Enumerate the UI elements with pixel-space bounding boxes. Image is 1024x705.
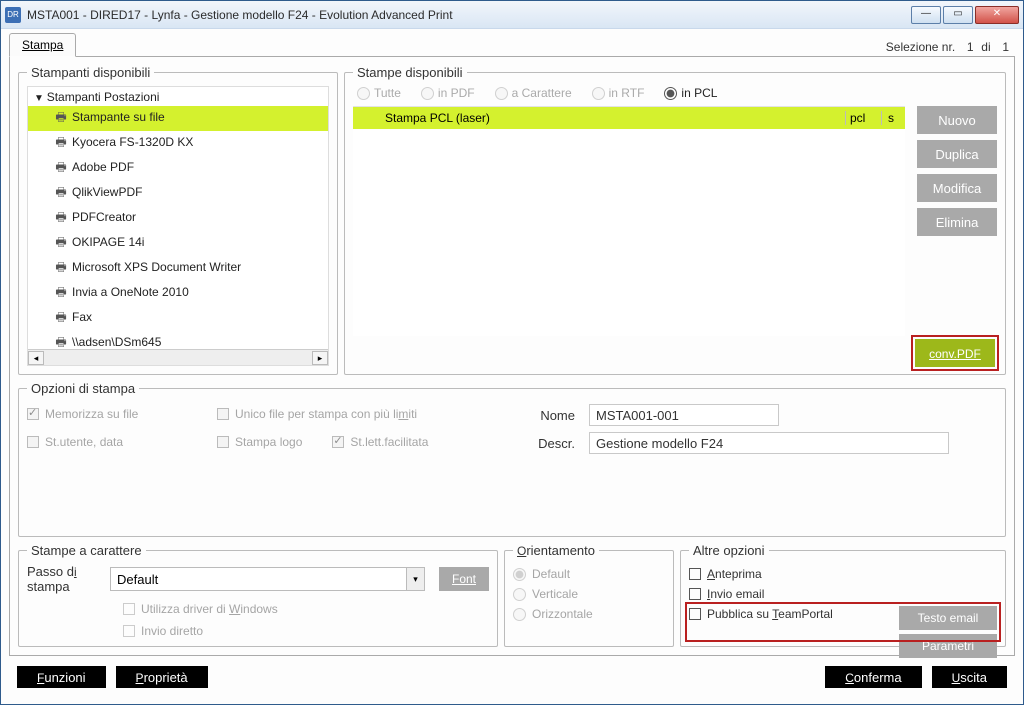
filter-carattere: a Carattere (495, 86, 572, 100)
printer-item[interactable]: 🖶Invia a OneNote 2010 (28, 281, 328, 306)
printer-item[interactable]: 🖶Kyocera FS-1320D KX (28, 131, 328, 156)
printer-tree[interactable]: Stampanti Postazioni 🖶Stampante su file … (27, 86, 329, 366)
nuovo-button[interactable]: Nuovo (917, 106, 997, 134)
modifica-button[interactable]: Modifica (917, 174, 997, 202)
printer-icon: 🖶 (54, 308, 68, 329)
stampe-fieldset: Stampe disponibili Tutte in PDF a Caratt… (344, 65, 1006, 375)
stampe-legend: Stampe disponibili (353, 65, 467, 80)
passo-combo[interactable]: ▾ (110, 567, 425, 591)
filter-radios: Tutte in PDF a Carattere in RTF in PCL (353, 86, 997, 106)
tab-row: Stampa Selezione nr. 1 di 1 (9, 33, 1015, 57)
titlebar: DR MSTA001 - DIRED17 - Lynfa - Gestione … (1, 1, 1023, 29)
printer-icon: 🖶 (54, 208, 68, 229)
printer-icon: 🖶 (54, 258, 68, 279)
filter-pcl[interactable]: in PCL (664, 86, 717, 100)
chk-st-utente: St.utente, data (27, 430, 197, 454)
stampe-row-name: Stampa PCL (laser) (383, 111, 845, 125)
printer-item[interactable]: 🖶Fax (28, 306, 328, 331)
elimina-button[interactable]: Elimina (917, 208, 997, 236)
scroll-right-icon[interactable]: ▸ (312, 351, 328, 365)
minimize-button[interactable]: — (911, 6, 941, 24)
char-fieldset: Stampe a carattere Passo distampa ▾ Font… (18, 543, 498, 647)
printer-item[interactable]: 🖶OKIPAGE 14i (28, 231, 328, 256)
char-legend: Stampe a carattere (27, 543, 146, 558)
uscita-button[interactable]: Uscita (932, 666, 1007, 688)
funzioni-button[interactable]: Funzioni (17, 666, 106, 688)
parametri-button[interactable]: Parametri (899, 634, 997, 658)
selection-info: Selezione nr. 1 di 1 (886, 34, 1015, 57)
chk-anteprima[interactable]: Anteprima (689, 564, 997, 584)
passo-label: Passo distampa (27, 564, 102, 594)
printers-legend: Stampanti disponibili (27, 65, 154, 80)
tree-hscrollbar[interactable]: ◂ ▸ (28, 349, 328, 365)
opzioni-fieldset: Opzioni di stampa Memorizza su file Unic… (18, 381, 1006, 537)
filter-rtf: in RTF (592, 86, 645, 100)
printer-icon: 🖶 (54, 183, 68, 204)
proprieta-button[interactable]: Proprietà (116, 666, 208, 688)
conv-pdf-button[interactable]: conv.PDF (915, 339, 995, 367)
app-icon: DR (5, 7, 21, 23)
ori-verticale: Verticale (513, 584, 665, 604)
printer-item[interactable]: 🖶QlikViewPDF (28, 181, 328, 206)
window-buttons: — ▭ ✕ (911, 6, 1019, 24)
chk-unico-file: Unico file per stampa con più limiti (217, 402, 477, 426)
printer-icon: 🖶 (54, 108, 68, 129)
altre-legend: Altre opzioni (689, 543, 769, 558)
printer-item[interactable]: 🖶PDFCreator (28, 206, 328, 231)
printer-icon: 🖶 (54, 133, 68, 154)
tab-stampa[interactable]: Stampa (9, 33, 76, 57)
testo-email-button[interactable]: Testo email (899, 606, 997, 630)
altre-fieldset: Altre opzioni Anteprima Invio email Pubb… (680, 543, 1006, 647)
orientamento-fieldset: Orientamento Default Verticale Orizzonta… (504, 543, 674, 647)
descr-input[interactable] (589, 432, 949, 454)
chk-invio-email[interactable]: Invio email (689, 584, 997, 604)
app-window: DR MSTA001 - DIRED17 - Lynfa - Gestione … (0, 0, 1024, 705)
window-title: MSTA001 - DIRED17 - Lynfa - Gestione mod… (27, 8, 453, 22)
chk-st-facilitata: St.lett.facilitata (332, 435, 428, 449)
chk-stampa-logo: Stampa logo (217, 435, 302, 449)
stampe-row-flag: s (881, 111, 905, 125)
printer-icon: 🖶 (54, 283, 68, 304)
tree-root[interactable]: Stampanti Postazioni (28, 87, 328, 106)
duplica-button[interactable]: Duplica (917, 140, 997, 168)
printers-fieldset: Stampanti disponibili Stampanti Postazio… (18, 65, 338, 375)
chk-driver-windows: Utilizza driver di Windows (27, 594, 489, 616)
client-area: Stampa Selezione nr. 1 di 1 Stampanti di… (1, 29, 1023, 704)
main-panel: Stampanti disponibili Stampanti Postazio… (9, 57, 1015, 656)
descr-label: Descr. (515, 436, 575, 451)
ori-default: Default (513, 564, 665, 584)
stampe-row-fmt: pcl (845, 111, 881, 125)
scroll-left-icon[interactable]: ◂ (28, 351, 44, 365)
chevron-down-icon[interactable]: ▾ (407, 567, 425, 591)
conferma-button[interactable]: Conferma (825, 666, 921, 688)
chk-memorizza: Memorizza su file (27, 402, 197, 426)
printer-item[interactable]: 🖶Stampante su file (28, 106, 328, 131)
opzioni-legend: Opzioni di stampa (27, 381, 139, 396)
maximize-button[interactable]: ▭ (943, 6, 973, 24)
printer-icon: 🖶 (54, 233, 68, 254)
conv-pdf-highlight: conv.PDF (911, 335, 999, 371)
stampe-row[interactable]: Stampa PCL (laser) pcl s (353, 107, 905, 129)
font-button[interactable]: Font (439, 567, 489, 591)
chk-invio-diretto: Invio diretto (27, 616, 489, 638)
printer-item[interactable]: 🖶Adobe PDF (28, 156, 328, 181)
stampe-list[interactable]: Stampa PCL (laser) pcl s (353, 106, 905, 336)
footer: Funzioni Proprietà Conferma Uscita (9, 656, 1015, 700)
printer-item[interactable]: 🖶Microsoft XPS Document Writer (28, 256, 328, 281)
nome-label: Nome (515, 408, 575, 423)
filter-tutte: Tutte (357, 86, 401, 100)
printer-icon: 🖶 (54, 158, 68, 179)
close-button[interactable]: ✕ (975, 6, 1019, 24)
passo-input[interactable] (110, 567, 407, 591)
stampe-side-buttons: Nuovo Duplica Modifica Elimina (917, 106, 997, 236)
ori-orizzontale: Orizzontale (513, 604, 665, 624)
nome-input[interactable] (589, 404, 779, 426)
filter-pdf: in PDF (421, 86, 475, 100)
